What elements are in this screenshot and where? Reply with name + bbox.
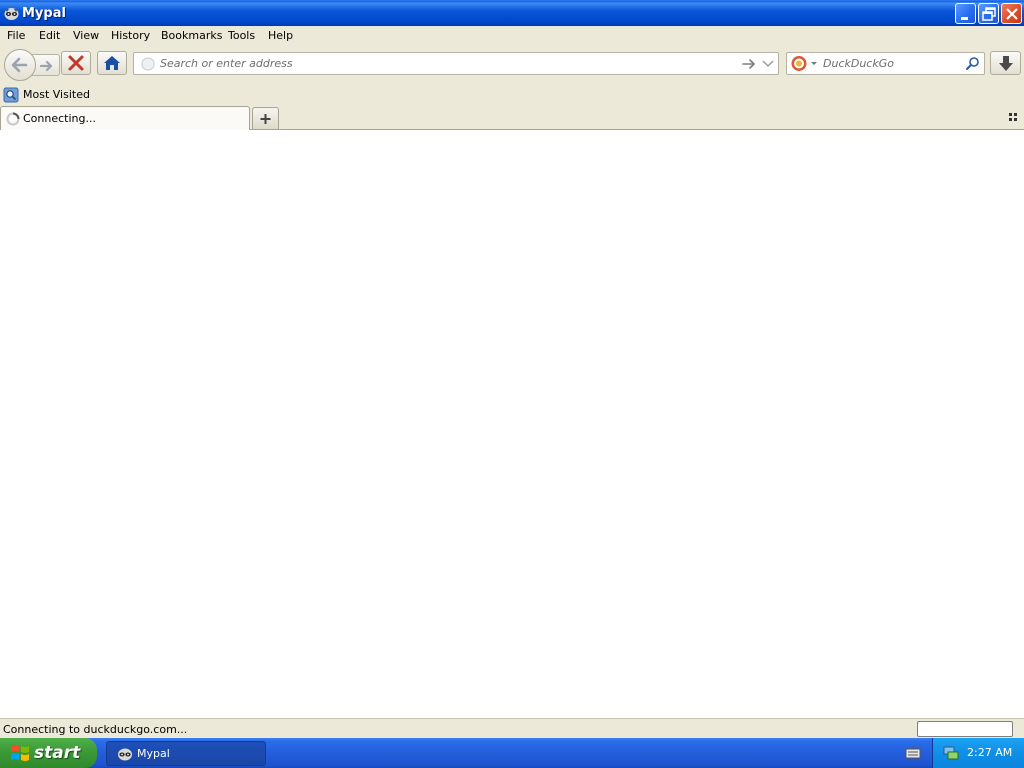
window-title: Mypal bbox=[22, 6, 66, 21]
menu-tools[interactable]: Tools bbox=[228, 29, 255, 42]
start-button[interactable]: start bbox=[0, 738, 97, 768]
bookmarks-toolbar: Most Visited bbox=[0, 84, 1024, 106]
status-progress-field bbox=[917, 721, 1013, 737]
windows-logo-icon bbox=[11, 745, 29, 761]
new-tab-button[interactable] bbox=[252, 107, 279, 129]
forward-arrow-icon bbox=[39, 60, 53, 72]
restore-icon bbox=[982, 7, 996, 21]
status-bar: Connecting to duckduckgo.com... bbox=[0, 718, 1024, 738]
clock: 2:27 AM bbox=[967, 746, 1013, 759]
search-bar[interactable] bbox=[786, 52, 985, 75]
home-icon bbox=[104, 56, 120, 70]
home-button[interactable] bbox=[97, 51, 127, 75]
search-input[interactable] bbox=[823, 55, 963, 72]
system-tray: 2:27 AM bbox=[932, 738, 1024, 768]
menu-history[interactable]: History bbox=[111, 29, 150, 42]
restore-button[interactable] bbox=[978, 3, 999, 24]
keyboard-icon[interactable] bbox=[905, 746, 921, 760]
menu-bar: File Edit View History Bookmarks Tools H… bbox=[0, 26, 1024, 46]
taskbar-item-label: Mypal bbox=[137, 747, 170, 760]
stop-button[interactable] bbox=[61, 51, 91, 75]
window-titlebar[interactable]: Mypal bbox=[0, 0, 1024, 26]
go-arrow-icon[interactable] bbox=[741, 56, 757, 72]
mypal-raccoon-icon bbox=[118, 748, 132, 761]
back-button[interactable] bbox=[4, 49, 36, 81]
tab-label: Connecting... bbox=[23, 112, 96, 125]
status-text: Connecting to duckduckgo.com... bbox=[3, 723, 188, 736]
minimize-icon bbox=[961, 17, 968, 20]
back-forward-group bbox=[4, 49, 60, 81]
taskbar: start Mypal 2:27 AM bbox=[0, 738, 1024, 768]
plus-icon bbox=[260, 114, 271, 124]
menu-file[interactable]: File bbox=[7, 29, 25, 42]
back-arrow-icon bbox=[11, 57, 28, 73]
close-button[interactable] bbox=[1001, 3, 1022, 24]
menu-view[interactable]: View bbox=[73, 29, 99, 42]
network-icon[interactable] bbox=[942, 744, 960, 762]
close-icon bbox=[1006, 8, 1018, 20]
tab-strip: Connecting... bbox=[0, 106, 1024, 130]
bookmark-label: Most Visited bbox=[23, 88, 90, 101]
minimize-button[interactable] bbox=[955, 3, 976, 24]
chevron-down-icon[interactable] bbox=[761, 57, 775, 71]
tab-connecting[interactable]: Connecting... bbox=[0, 106, 250, 130]
menu-help[interactable]: Help bbox=[268, 29, 293, 42]
forward-button[interactable] bbox=[32, 54, 60, 76]
address-bar[interactable] bbox=[133, 52, 779, 75]
address-input[interactable] bbox=[160, 55, 740, 72]
stop-x-icon bbox=[68, 55, 84, 71]
start-label: start bbox=[34, 743, 81, 763]
taskbar-item-mypal[interactable]: Mypal bbox=[106, 741, 266, 766]
download-arrow-icon bbox=[999, 56, 1013, 71]
page-content[interactable] bbox=[0, 130, 1024, 718]
mypal-raccoon-icon bbox=[4, 8, 19, 20]
search-icon[interactable] bbox=[965, 56, 981, 72]
menu-edit[interactable]: Edit bbox=[39, 29, 60, 42]
most-visited-icon bbox=[3, 87, 19, 103]
grid-icon[interactable] bbox=[1008, 112, 1020, 124]
site-identity-icon bbox=[141, 57, 155, 71]
throbber-icon bbox=[6, 112, 20, 126]
menu-bookmarks[interactable]: Bookmarks bbox=[161, 29, 222, 42]
duckduckgo-icon[interactable] bbox=[790, 54, 820, 74]
downloads-button[interactable] bbox=[990, 51, 1021, 75]
navigation-toolbar bbox=[0, 46, 1024, 84]
